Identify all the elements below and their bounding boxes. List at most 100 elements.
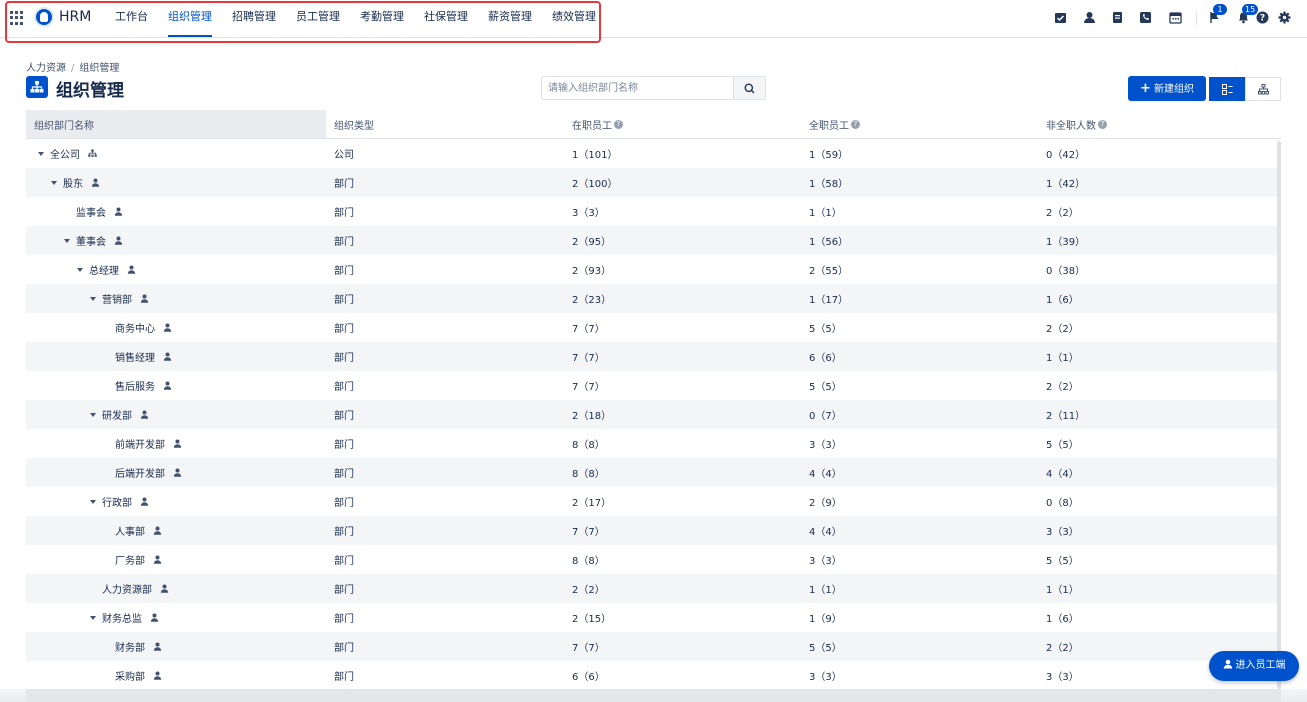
person-icon bbox=[153, 526, 162, 535]
org-name[interactable]: 采购部 bbox=[115, 668, 145, 683]
active-count: 2（93） bbox=[572, 266, 612, 277]
breadcrumb-parent[interactable]: 人力资源 bbox=[26, 63, 66, 74]
active-count: 6（6） bbox=[572, 672, 605, 683]
table-row[interactable]: 人事部 部门 7（7） 4（4） 3（3） bbox=[26, 516, 1281, 545]
help-icon[interactable]: ? bbox=[851, 119, 860, 129]
new-org-button[interactable]: + 新建组织 bbox=[1128, 76, 1206, 101]
org-name[interactable]: 人力资源部 bbox=[102, 581, 152, 596]
fulltime-count: 1（9） bbox=[809, 614, 842, 625]
org-search-input[interactable] bbox=[542, 77, 733, 99]
row-name-cell: 商务中心 bbox=[26, 313, 326, 342]
user-icon[interactable] bbox=[1083, 11, 1096, 24]
parttime-count: 1（6） bbox=[1046, 295, 1079, 306]
next-row-partial bbox=[0, 689, 1307, 702]
org-name[interactable]: 厂务部 bbox=[115, 552, 145, 567]
settings-icon[interactable] bbox=[1278, 11, 1291, 24]
person-icon bbox=[127, 265, 136, 274]
help-icon[interactable]: ? bbox=[1256, 11, 1269, 24]
org-type: 部门 bbox=[334, 411, 354, 422]
org-type: 部门 bbox=[334, 556, 354, 567]
help-icon[interactable]: ? bbox=[614, 119, 623, 129]
org-name[interactable]: 财务部 bbox=[115, 639, 145, 654]
parttime-count: 5（5） bbox=[1046, 440, 1079, 451]
table-row[interactable]: 财务总监 部门 2（15） 1（9） 1（6） bbox=[26, 603, 1281, 632]
fulltime-count: 0（7） bbox=[809, 411, 842, 422]
employee-portal-button[interactable]: 进入员工端 bbox=[1209, 651, 1299, 681]
org-name[interactable]: 前端开发部 bbox=[115, 436, 165, 451]
table-row[interactable]: 监事会 部门 3（3） 1（1） 2（2） bbox=[26, 197, 1281, 226]
col-header-active[interactable]: 在职员工? bbox=[572, 110, 623, 138]
parttime-count: 2（2） bbox=[1046, 643, 1079, 654]
org-name[interactable]: 全公司 bbox=[50, 146, 80, 161]
table-row[interactable]: 财务部 部门 7（7） 5（5） 2（2） bbox=[26, 632, 1281, 661]
org-name[interactable]: 后端开发部 bbox=[115, 465, 165, 480]
document-icon[interactable] bbox=[1111, 11, 1124, 24]
list-view-button[interactable] bbox=[1209, 77, 1245, 101]
bell-icon[interactable]: 15 bbox=[1237, 4, 1259, 24]
org-name[interactable]: 人事部 bbox=[115, 523, 145, 538]
active-count: 8（8） bbox=[572, 556, 605, 567]
caret-down-icon[interactable] bbox=[90, 615, 96, 620]
tree-view-button[interactable] bbox=[1245, 77, 1281, 101]
org-name[interactable]: 销售经理 bbox=[115, 349, 155, 364]
table-row[interactable]: 后端开发部 部门 8（8） 4（4） 4（4） bbox=[26, 458, 1281, 487]
active-count: 2（15） bbox=[572, 614, 612, 625]
table-row[interactable]: 人力资源部 部门 2（2） 1（1） 1（1） bbox=[26, 574, 1281, 603]
caret-down-icon[interactable] bbox=[77, 267, 83, 272]
org-name[interactable]: 财务总监 bbox=[102, 610, 142, 625]
col-header-name[interactable]: 组织部门名称 bbox=[26, 110, 326, 138]
table-row[interactable]: 前端开发部 部门 8（8） 3（3） 5（5） bbox=[26, 429, 1281, 458]
active-count: 8（8） bbox=[572, 469, 605, 480]
org-name[interactable]: 股东 bbox=[63, 175, 83, 190]
svg-text:?: ? bbox=[1260, 14, 1265, 24]
table-row[interactable]: 股东 部门 2（100） 1（58） 1（42） bbox=[26, 168, 1281, 197]
help-icon[interactable]: ? bbox=[1098, 119, 1107, 129]
table-row[interactable]: 全公司 公司 1（101） 1（59） 0（42） bbox=[26, 139, 1281, 168]
active-count: 7（7） bbox=[572, 382, 605, 393]
table-row[interactable]: 研发部 部门 2（18） 0（7） 2（11） bbox=[26, 400, 1281, 429]
org-name[interactable]: 行政部 bbox=[102, 494, 132, 509]
caret-down-icon[interactable] bbox=[90, 499, 96, 504]
table-row[interactable]: 董事会 部门 2（95） 1（56） 1（39） bbox=[26, 226, 1281, 255]
caret-down-icon[interactable] bbox=[64, 238, 70, 243]
person-icon bbox=[173, 468, 182, 477]
fulltime-count: 4（4） bbox=[809, 469, 842, 480]
org-name[interactable]: 营销部 bbox=[102, 291, 132, 306]
org-name[interactable]: 售后服务 bbox=[115, 378, 155, 393]
col-header-type[interactable]: 组织类型 bbox=[334, 110, 374, 138]
calendar-icon[interactable] bbox=[1169, 11, 1182, 24]
table-row[interactable]: 销售经理 部门 7（7） 6（6） 1（1） bbox=[26, 342, 1281, 371]
org-name[interactable]: 董事会 bbox=[76, 233, 106, 248]
flag-icon[interactable]: 1 bbox=[1208, 4, 1227, 24]
parttime-count: 5（5） bbox=[1046, 556, 1079, 567]
table-row[interactable]: 总经理 部门 2（93） 2（55） 0（38） bbox=[26, 255, 1281, 284]
caret-down-icon[interactable] bbox=[38, 151, 44, 156]
org-name[interactable]: 研发部 bbox=[102, 407, 132, 422]
org-name[interactable]: 商务中心 bbox=[115, 320, 155, 335]
parttime-count: 3（3） bbox=[1046, 672, 1079, 683]
person-icon bbox=[91, 178, 100, 187]
caret-down-icon[interactable] bbox=[51, 180, 57, 185]
col-header-fulltime[interactable]: 全职员工? bbox=[809, 110, 860, 138]
table-row[interactable]: 营销部 部门 2（23） 1（17） 1（6） bbox=[26, 284, 1281, 313]
flag-badge: 1 bbox=[1213, 4, 1227, 15]
caret-down-icon[interactable] bbox=[90, 296, 96, 301]
org-name[interactable]: 总经理 bbox=[89, 262, 119, 277]
col-header-parttime[interactable]: 非全职人数? bbox=[1046, 110, 1107, 138]
col-header-active-label: 在职员工 bbox=[572, 120, 612, 132]
table-row[interactable]: 商务中心 部门 7（7） 5（5） 2（2） bbox=[26, 313, 1281, 342]
contacts-icon[interactable] bbox=[1139, 11, 1152, 24]
active-count: 2（95） bbox=[572, 237, 612, 248]
task-icon[interactable] bbox=[1054, 11, 1067, 24]
table-row[interactable]: 行政部 部门 2（17） 2（9） 0（8） bbox=[26, 487, 1281, 516]
caret-down-icon[interactable] bbox=[90, 412, 96, 417]
table-row[interactable]: 售后服务 部门 7（7） 5（5） 2（2） bbox=[26, 371, 1281, 400]
table-scrollbar[interactable] bbox=[1277, 141, 1281, 689]
org-name[interactable]: 监事会 bbox=[76, 204, 106, 219]
parttime-count: 2（2） bbox=[1046, 382, 1079, 393]
table-row[interactable]: 采购部 部门 6（6） 3（3） 3（3） bbox=[26, 661, 1281, 690]
search-button[interactable] bbox=[733, 77, 765, 99]
person-icon bbox=[114, 236, 123, 245]
table-row[interactable]: 厂务部 部门 8（8） 3（3） 5（5） bbox=[26, 545, 1281, 574]
org-type: 部门 bbox=[334, 527, 354, 538]
